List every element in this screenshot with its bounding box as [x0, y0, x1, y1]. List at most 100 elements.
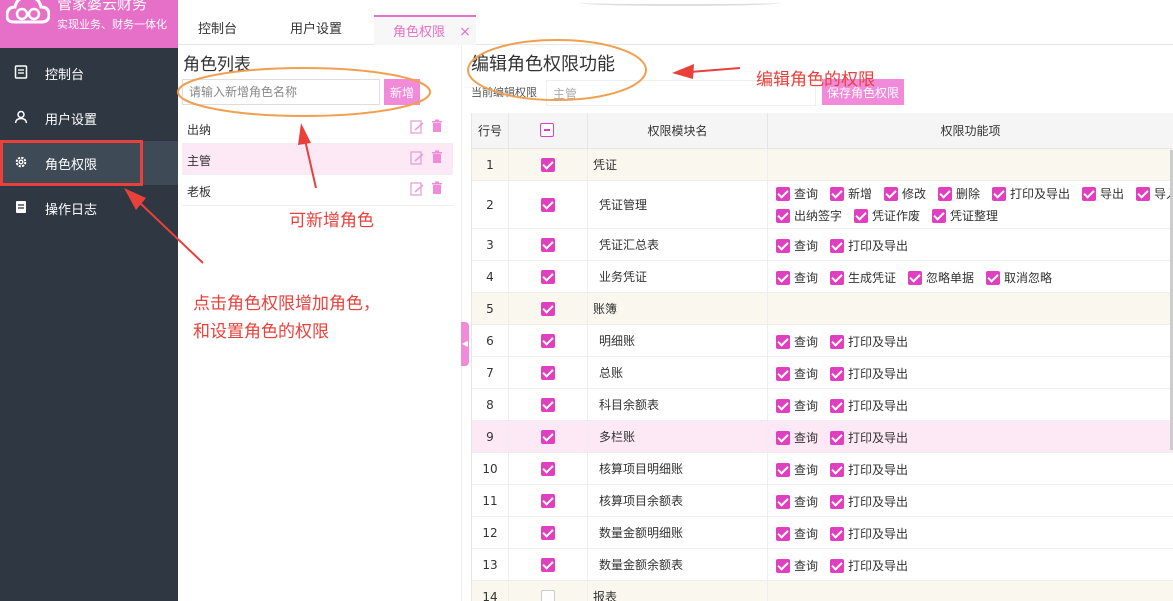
func-option[interactable]: 凭证整理 — [932, 207, 998, 224]
func-option[interactable]: 打印及导出 — [830, 429, 908, 446]
header-select-all[interactable] — [509, 113, 588, 149]
func-option[interactable]: 查询 — [776, 365, 818, 382]
func-checkbox[interactable] — [830, 527, 844, 541]
close-icon[interactable]: × — [459, 24, 471, 40]
func-checkbox[interactable] — [1082, 187, 1096, 201]
func-checkbox[interactable] — [830, 399, 844, 413]
func-option[interactable]: 导入 — [1136, 185, 1173, 202]
func-option[interactable]: 新增 — [830, 185, 872, 202]
add-role-button[interactable]: 新增 — [384, 79, 420, 105]
func-checkbox[interactable] — [938, 187, 952, 201]
func-checkbox[interactable] — [830, 495, 844, 509]
func-option[interactable]: 导出 — [1082, 185, 1124, 202]
tab-users[interactable]: 用户设置 — [290, 15, 342, 45]
func-checkbox[interactable] — [776, 187, 790, 201]
func-option[interactable]: 凭证作废 — [854, 207, 920, 224]
func-option[interactable]: 取消忽略 — [986, 269, 1052, 286]
func-checkbox[interactable] — [776, 209, 790, 223]
row-checkbox[interactable] — [541, 462, 555, 476]
row-checkbox[interactable] — [541, 494, 555, 508]
sidebar-item-log[interactable]: 操作日志 — [0, 186, 178, 230]
func-checkbox[interactable] — [776, 271, 790, 285]
row-checkbox[interactable] — [541, 238, 555, 252]
func-checkbox[interactable] — [776, 431, 790, 445]
func-option[interactable]: 打印及导出 — [830, 461, 908, 478]
row-checkbox[interactable] — [541, 334, 555, 348]
collapse-handle[interactable]: ◀ — [461, 322, 469, 366]
sidebar-item-users[interactable]: 用户设置 — [0, 96, 178, 140]
func-option[interactable]: 打印及导出 — [830, 525, 908, 542]
row-checkbox[interactable] — [541, 302, 555, 316]
new-role-input[interactable] — [182, 79, 380, 105]
func-option[interactable]: 打印及导出 — [830, 397, 908, 414]
func-option[interactable]: 查询 — [776, 237, 818, 254]
func-checkbox[interactable] — [776, 559, 790, 573]
edit-icon[interactable] — [410, 120, 424, 134]
func-option[interactable]: 打印及导出 — [830, 333, 908, 350]
func-option[interactable]: 查询 — [776, 185, 818, 202]
func-checkbox[interactable] — [1136, 187, 1150, 201]
func-option[interactable]: 打印及导出 — [992, 185, 1070, 202]
row-checkbox[interactable] — [541, 398, 555, 412]
row-checkbox[interactable] — [541, 198, 555, 212]
func-checkbox[interactable] — [776, 463, 790, 477]
func-checkbox[interactable] — [830, 187, 844, 201]
func-checkbox[interactable] — [830, 335, 844, 349]
row-checkbox[interactable] — [541, 158, 555, 172]
func-checkbox[interactable] — [884, 187, 898, 201]
func-option[interactable]: 修改 — [884, 185, 926, 202]
func-option[interactable]: 查询 — [776, 461, 818, 478]
func-checkbox[interactable] — [776, 495, 790, 509]
tab-dashboard[interactable]: 控制台 — [198, 15, 237, 45]
func-option[interactable]: 查询 — [776, 397, 818, 414]
role-row[interactable]: 出纳 — [182, 113, 453, 144]
row-checkbox[interactable] — [541, 590, 555, 601]
role-row[interactable]: 老板 — [182, 175, 453, 206]
edit-icon[interactable] — [410, 182, 424, 196]
func-checkbox[interactable] — [830, 239, 844, 253]
func-option[interactable]: 忽略单据 — [908, 269, 974, 286]
func-checkbox[interactable] — [776, 367, 790, 381]
func-option[interactable]: 查询 — [776, 429, 818, 446]
func-checkbox[interactable] — [830, 271, 844, 285]
func-option[interactable]: 打印及导出 — [830, 365, 908, 382]
sidebar-item-dashboard[interactable]: 控制台 — [0, 51, 178, 95]
func-checkbox[interactable] — [830, 367, 844, 381]
func-option[interactable]: 打印及导出 — [830, 237, 908, 254]
delete-icon[interactable] — [431, 150, 443, 164]
func-checkbox[interactable] — [908, 271, 922, 285]
func-checkbox[interactable] — [932, 209, 946, 223]
row-checkbox[interactable] — [541, 366, 555, 380]
func-checkbox[interactable] — [854, 209, 868, 223]
func-option[interactable]: 查询 — [776, 333, 818, 350]
func-option[interactable]: 查询 — [776, 493, 818, 510]
func-checkbox[interactable] — [830, 431, 844, 445]
func-checkbox[interactable] — [986, 271, 1000, 285]
func-checkbox[interactable] — [830, 559, 844, 573]
func-checkbox[interactable] — [776, 527, 790, 541]
module-name: 账簿 — [588, 293, 768, 324]
delete-icon[interactable] — [431, 119, 443, 133]
row-checkbox[interactable] — [541, 526, 555, 540]
delete-icon[interactable] — [431, 181, 443, 195]
tab-roles[interactable]: 角色权限 × — [374, 15, 476, 45]
func-checkbox[interactable] — [830, 463, 844, 477]
row-checkbox[interactable] — [541, 270, 555, 284]
edit-icon[interactable] — [410, 151, 424, 165]
func-option[interactable]: 打印及导出 — [830, 557, 908, 574]
row-checkbox[interactable] — [541, 558, 555, 572]
func-checkbox[interactable] — [776, 399, 790, 413]
func-option[interactable]: 打印及导出 — [830, 493, 908, 510]
func-option[interactable]: 出纳签字 — [776, 207, 842, 224]
func-option[interactable]: 查询 — [776, 269, 818, 286]
func-option[interactable]: 生成凭证 — [830, 269, 896, 286]
role-row[interactable]: 主管 — [182, 144, 453, 175]
func-checkbox[interactable] — [992, 187, 1006, 201]
select-all-checkbox[interactable] — [540, 123, 554, 137]
row-checkbox[interactable] — [541, 430, 555, 444]
func-option[interactable]: 查询 — [776, 525, 818, 542]
func-option[interactable]: 查询 — [776, 557, 818, 574]
func-checkbox[interactable] — [776, 335, 790, 349]
func-checkbox[interactable] — [776, 239, 790, 253]
func-option[interactable]: 删除 — [938, 185, 980, 202]
